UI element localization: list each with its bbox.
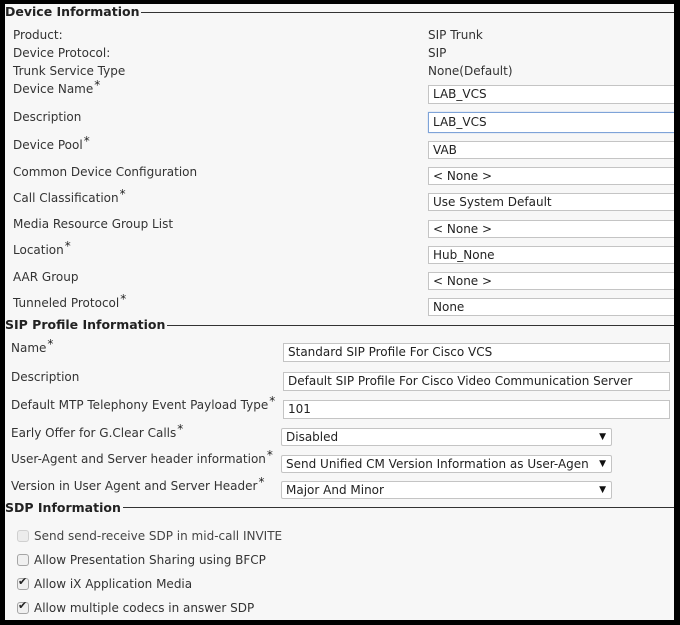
ix-media-checkbox[interactable]: ✔ xyxy=(17,575,29,590)
required-asterisk: * xyxy=(83,134,90,148)
dropdown-arrow-icon: ▼ xyxy=(599,485,606,495)
sip-profile-description-label: Description xyxy=(11,370,80,384)
mrgl-label: Media Resource Group List xyxy=(13,217,174,231)
required-asterisk: * xyxy=(64,239,71,253)
common-device-config-select[interactable]: < None > xyxy=(428,167,674,185)
mtp-payload-type-label-text: Default MTP Telephony Event Payload Type xyxy=(11,398,269,412)
device-pool-label-text: Device Pool xyxy=(13,138,83,152)
description-input[interactable]: LAB_VCS xyxy=(428,112,674,133)
multiple-codecs-label: Allow multiple codecs in answer SDP xyxy=(34,601,255,615)
tunneled-protocol-label-text: Tunneled Protocol xyxy=(13,296,120,310)
sdp-info-title: SDP Information xyxy=(5,500,123,515)
mrgl-select[interactable]: < None > xyxy=(428,220,674,238)
send-receive-sdp-label: Send send-receive SDP in mid-call INVITE xyxy=(34,529,283,543)
location-label-text: Location xyxy=(13,243,64,257)
sip-profile-name-input[interactable]: Standard SIP Profile For Cisco VCS xyxy=(283,343,670,362)
early-offer-label-text: Early Offer for G.Clear Calls xyxy=(11,426,177,440)
user-agent-header-select[interactable]: Send Unified CM Version Information as U… xyxy=(281,455,612,473)
required-asterisk: * xyxy=(269,394,276,408)
tunneled-protocol-label: Tunneled Protocol* xyxy=(13,292,126,310)
version-header-select[interactable]: Major And Minor ▼ xyxy=(281,481,612,499)
early-offer-select[interactable]: Disabled ▼ xyxy=(281,428,612,446)
sip-profile-description-input[interactable]: Default SIP Profile For Cisco Video Comm… xyxy=(283,372,670,391)
sdp-checkbox-row[interactable]: Send send-receive SDP in mid-call INVITE xyxy=(17,528,282,544)
user-agent-header-label-text: User-Agent and Server header information xyxy=(11,452,266,466)
version-header-label: Version in User Agent and Server Header* xyxy=(11,475,264,493)
user-agent-header-label: User-Agent and Server header information… xyxy=(11,448,273,466)
ix-media-label: Allow iX Application Media xyxy=(34,577,193,591)
call-classification-label-text: Call Classification xyxy=(13,191,119,205)
sip-profile-name-label: Name* xyxy=(11,337,53,355)
sip-profile-name-label-text: Name xyxy=(11,341,47,355)
dropdown-arrow-icon: ▼ xyxy=(599,432,606,442)
dropdown-arrow-icon: ▼ xyxy=(599,459,606,469)
aar-group-select[interactable]: < None > xyxy=(428,272,674,290)
bfcp-checkbox[interactable] xyxy=(17,554,29,566)
trunk-configuration-panel: Device Information Product: SIP Trunk De… xyxy=(5,4,674,620)
common-device-config-label: Common Device Configuration xyxy=(13,165,198,179)
sip-profile-title: SIP Profile Information xyxy=(5,317,168,332)
checkmark-icon: ✔ xyxy=(18,599,28,612)
required-asterisk: * xyxy=(94,78,101,92)
send-receive-sdp-checkbox[interactable] xyxy=(17,530,29,542)
device-pool-label: Device Pool* xyxy=(13,134,90,152)
sdp-checkbox-row[interactable]: ✔ Allow multiple codecs in answer SDP xyxy=(17,599,255,616)
version-header-label-text: Version in User Agent and Server Header xyxy=(11,479,258,493)
product-label: Product: xyxy=(13,28,63,42)
device-name-label: Device Name* xyxy=(13,78,100,96)
required-asterisk: * xyxy=(47,337,54,351)
multiple-codecs-checkbox[interactable]: ✔ xyxy=(17,599,29,614)
required-asterisk: * xyxy=(119,187,126,201)
required-asterisk: * xyxy=(120,292,127,306)
mtp-payload-type-label: Default MTP Telephony Event Payload Type… xyxy=(11,394,275,412)
trunk-service-type-label: Trunk Service Type xyxy=(13,64,126,78)
device-info-title: Device Information xyxy=(5,4,142,19)
device-name-input[interactable]: LAB_VCS xyxy=(428,85,674,104)
checkmark-icon: ✔ xyxy=(18,575,28,588)
device-name-label-text: Device Name xyxy=(13,82,94,96)
aar-group-label: AAR Group xyxy=(13,270,79,284)
device-protocol-value: SIP xyxy=(428,46,447,60)
required-asterisk: * xyxy=(266,448,273,462)
call-classification-label: Call Classification* xyxy=(13,187,126,205)
product-value: SIP Trunk xyxy=(428,28,483,42)
device-protocol-label: Device Protocol: xyxy=(13,46,111,60)
trunk-service-type-value: None(Default) xyxy=(428,64,513,78)
location-select[interactable]: Hub_None xyxy=(428,246,674,264)
early-offer-label: Early Offer for G.Clear Calls* xyxy=(11,422,183,440)
description-label: Description xyxy=(13,110,82,124)
mtp-payload-type-input[interactable]: 101 xyxy=(283,400,670,419)
sdp-checkbox-row[interactable]: Allow Presentation Sharing using BFCP xyxy=(17,552,266,568)
version-header-value: Major And Minor xyxy=(286,483,384,497)
bfcp-label: Allow Presentation Sharing using BFCP xyxy=(34,553,266,567)
call-classification-select[interactable]: Use System Default xyxy=(428,193,674,211)
required-asterisk: * xyxy=(177,422,184,436)
early-offer-value: Disabled xyxy=(286,430,339,444)
tunneled-protocol-select[interactable]: None xyxy=(428,298,674,316)
user-agent-header-value: Send Unified CM Version Information as U… xyxy=(286,457,589,471)
required-asterisk: * xyxy=(258,475,265,489)
location-label: Location* xyxy=(13,239,71,257)
sdp-checkbox-row[interactable]: ✔ Allow iX Application Media xyxy=(17,575,193,592)
device-pool-select[interactable]: VAB xyxy=(428,141,674,159)
